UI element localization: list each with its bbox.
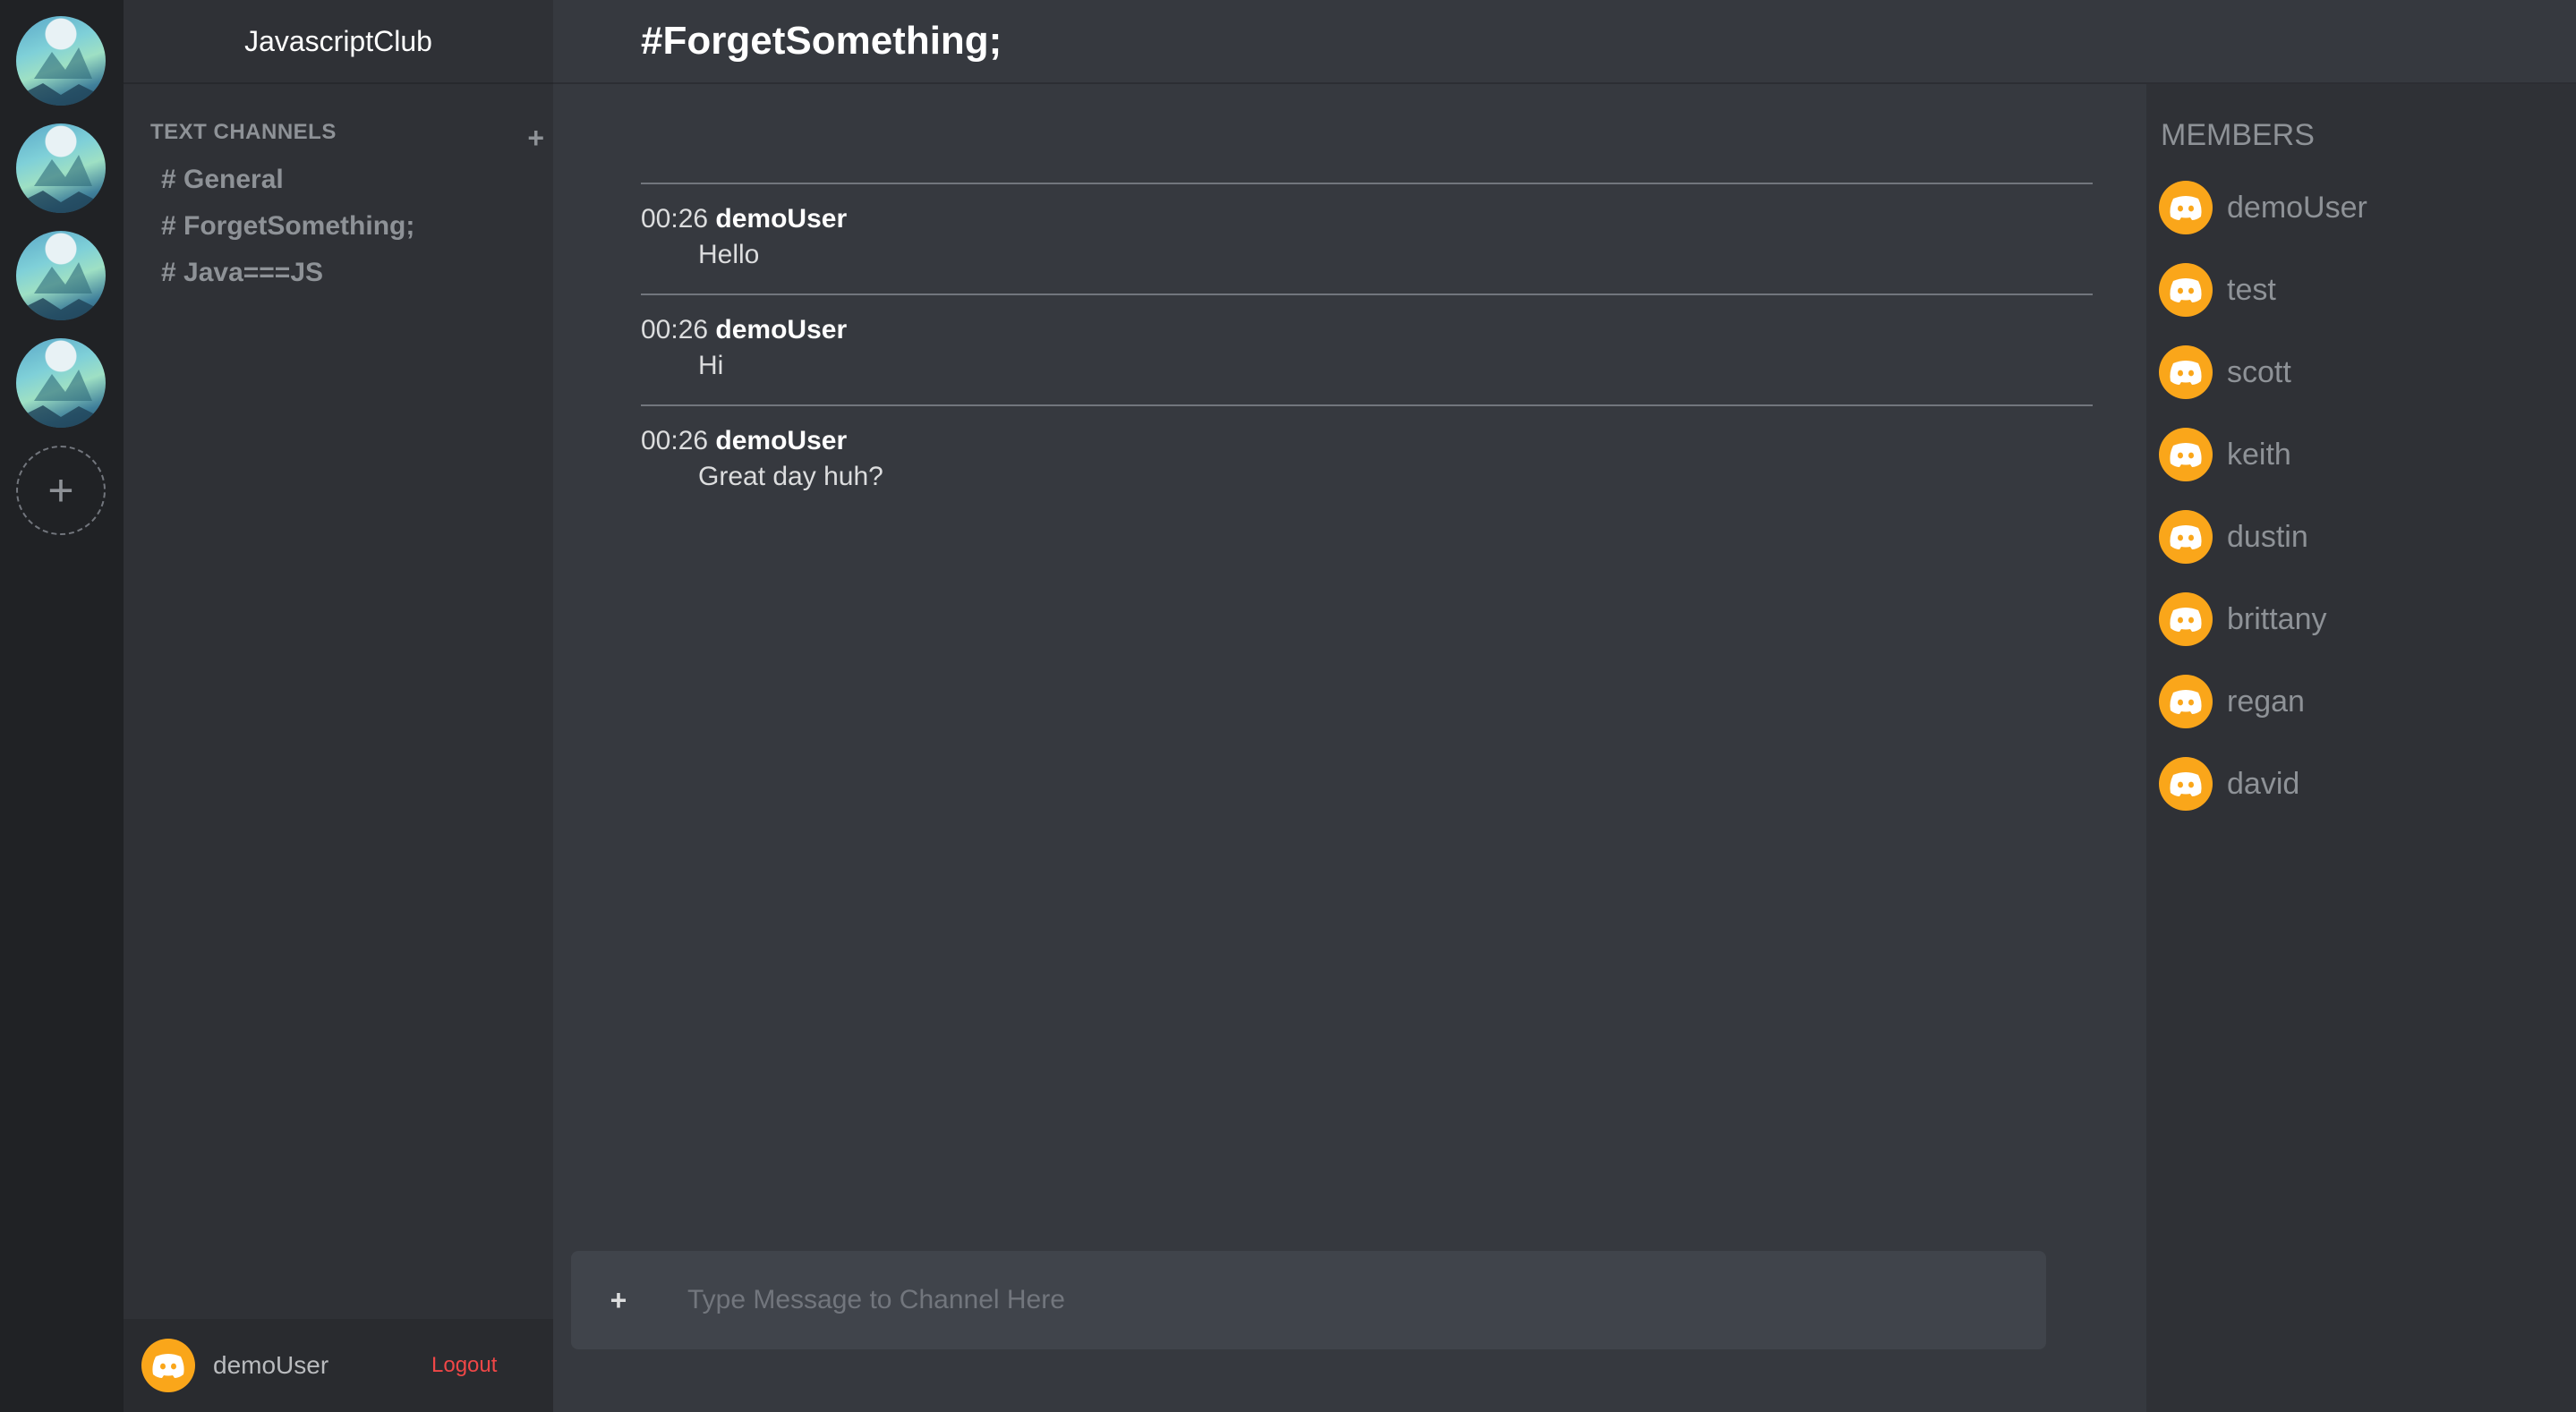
member-name: scott xyxy=(2227,354,2291,389)
member-name: test xyxy=(2227,272,2276,307)
message-text: Hello xyxy=(698,240,760,269)
member-avatar xyxy=(2159,510,2213,564)
channel-item-general[interactable]: # General xyxy=(161,165,284,195)
members-heading: MEMBERS xyxy=(2161,118,2315,152)
server-icon[interactable] xyxy=(16,231,106,320)
member-item[interactable]: keith xyxy=(2159,428,2291,481)
logout-button[interactable]: Logout xyxy=(431,1353,497,1378)
member-name: brittany xyxy=(2227,601,2327,636)
member-list: MEMBERS demoUser test scott keith dustin brit… xyxy=(2146,84,2576,1412)
message: 00:26 demoUser Hi xyxy=(641,293,2093,404)
member-name: david xyxy=(2227,766,2300,801)
guild-name[interactable]: JavascriptClub xyxy=(124,0,553,84)
message-author[interactable]: demoUser xyxy=(715,426,847,455)
member-item[interactable]: scott xyxy=(2159,345,2291,399)
add-server-button[interactable]: + xyxy=(16,446,106,535)
member-avatar xyxy=(2159,428,2213,481)
member-avatar xyxy=(2159,263,2213,317)
message-composer: + xyxy=(571,1251,2046,1349)
channel-sidebar: JavascriptClub TEXT CHANNELS + # General… xyxy=(124,0,553,1412)
member-item[interactable]: test xyxy=(2159,263,2276,317)
message-author[interactable]: demoUser xyxy=(715,315,847,344)
chat-area: #ForgetSomething; 00:26 demoUser Hello 0… xyxy=(553,0,2576,1412)
server-icon[interactable] xyxy=(16,338,106,428)
member-avatar xyxy=(2159,675,2213,728)
message-list: 00:26 demoUser Hello 00:26 demoUser Hi 0… xyxy=(641,183,2093,515)
user-bar: demoUser Logout xyxy=(124,1319,553,1412)
member-name: regan xyxy=(2227,684,2305,719)
member-item[interactable]: regan xyxy=(2159,675,2305,728)
channel-title: #ForgetSomething; xyxy=(641,19,1002,63)
add-channel-button[interactable]: + xyxy=(527,123,544,152)
message-time: 00:26 xyxy=(641,426,709,455)
member-avatar xyxy=(2159,345,2213,399)
chat-header: #ForgetSomething; xyxy=(553,0,2576,84)
category-label: TEXT CHANNELS xyxy=(150,120,337,144)
attach-plus-icon[interactable]: + xyxy=(571,1284,666,1317)
member-avatar xyxy=(2159,181,2213,234)
current-username: demoUser xyxy=(213,1351,329,1379)
channel-category: TEXT CHANNELS + xyxy=(150,120,544,152)
server-icon[interactable] xyxy=(16,123,106,213)
server-icon[interactable] xyxy=(16,16,106,106)
message: 00:26 demoUser Hello xyxy=(641,183,2093,293)
member-name: demoUser xyxy=(2227,190,2367,225)
member-name: dustin xyxy=(2227,519,2308,554)
channel-item-javajs[interactable]: # Java===JS xyxy=(161,258,323,288)
member-name: keith xyxy=(2227,437,2291,472)
discord-icon xyxy=(152,1354,184,1378)
member-item[interactable]: david xyxy=(2159,757,2299,811)
member-item[interactable]: dustin xyxy=(2159,510,2308,564)
message-author[interactable]: demoUser xyxy=(715,204,847,234)
member-avatar xyxy=(2159,757,2213,811)
member-item[interactable]: brittany xyxy=(2159,592,2327,646)
member-avatar xyxy=(2159,592,2213,646)
message-time: 00:26 xyxy=(641,315,709,344)
server-rail: + xyxy=(0,0,124,1412)
message: 00:26 demoUser Great day huh? xyxy=(641,404,2093,515)
plus-icon: + xyxy=(47,465,74,515)
message-text: Great day huh? xyxy=(698,462,883,491)
member-item[interactable]: demoUser xyxy=(2159,181,2367,234)
message-text: Hi xyxy=(698,351,724,380)
channel-item-forgetsomething[interactable]: # ForgetSomething; xyxy=(161,211,414,242)
message-time: 00:26 xyxy=(641,204,709,234)
avatar xyxy=(141,1339,195,1392)
message-input[interactable] xyxy=(666,1285,2046,1315)
